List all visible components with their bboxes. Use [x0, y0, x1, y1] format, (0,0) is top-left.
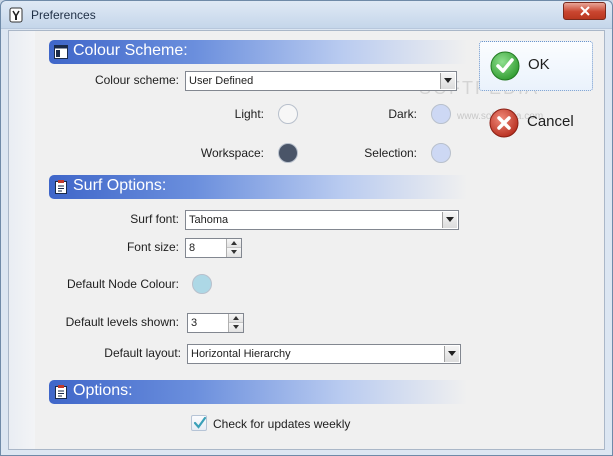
- section-title: Colour Scheme:: [73, 42, 188, 59]
- font-size-value: 8: [189, 242, 196, 254]
- close-button[interactable]: [563, 2, 606, 20]
- dark-color-swatch[interactable]: [431, 104, 451, 124]
- surf-font-select[interactable]: Tahoma: [185, 210, 459, 230]
- default-layout-label: Default layout:: [104, 346, 181, 360]
- light-color-swatch[interactable]: [278, 104, 298, 124]
- window-icon: [54, 45, 68, 59]
- preferences-window: Preferences SOFTPEDIA www.softpedia.com …: [0, 0, 613, 456]
- default-levels-label: Default levels shown:: [65, 315, 179, 329]
- cancel-x-icon: [489, 108, 519, 138]
- stepper-buttons: [226, 239, 241, 257]
- light-label: Light:: [234, 107, 264, 121]
- arrow-down-icon: [233, 325, 239, 329]
- cancel-button-label: Cancel: [527, 113, 574, 130]
- section-title: Surf Options:: [73, 177, 167, 194]
- clipboard-icon: [55, 180, 67, 194]
- stepper-buttons: [228, 314, 243, 332]
- title-bar: Preferences: [1, 1, 612, 29]
- colour-scheme-section-header: Colour Scheme:: [49, 40, 467, 64]
- dropdown-button[interactable]: [440, 73, 455, 89]
- ok-button[interactable]: OK: [479, 41, 593, 91]
- font-size-stepper[interactable]: 8: [185, 238, 242, 258]
- checkmark-icon: [193, 416, 207, 429]
- ok-check-icon: [490, 51, 520, 81]
- node-colour-swatch[interactable]: [192, 274, 212, 294]
- surf-options-section-header: Surf Options:: [49, 175, 467, 199]
- arrow-up-icon: [233, 316, 239, 320]
- increment-button[interactable]: [229, 314, 243, 323]
- default-levels-stepper[interactable]: 3: [187, 313, 244, 333]
- arrow-up-icon: [231, 241, 237, 245]
- left-rail: [9, 31, 35, 449]
- arrow-down-icon: [231, 250, 237, 254]
- dark-label: Dark:: [388, 107, 417, 121]
- app-icon: [9, 7, 23, 23]
- workspace-color-swatch[interactable]: [278, 143, 298, 163]
- decrement-button[interactable]: [227, 248, 241, 257]
- colour-scheme-value: User Defined: [189, 75, 254, 87]
- chevron-down-icon: [448, 351, 456, 356]
- surf-font-label: Surf font:: [130, 212, 179, 226]
- chevron-down-icon: [446, 217, 454, 222]
- dropdown-button[interactable]: [442, 212, 457, 228]
- decrement-button[interactable]: [229, 323, 243, 332]
- updates-checkbox[interactable]: [191, 415, 207, 431]
- window-title: Preferences: [31, 8, 96, 22]
- close-icon: [580, 6, 590, 16]
- clipboard-icon: [55, 385, 67, 399]
- selection-color-swatch[interactable]: [431, 143, 451, 163]
- colour-scheme-select[interactable]: User Defined: [185, 71, 457, 91]
- colour-scheme-label: Colour scheme:: [94, 73, 179, 87]
- updates-checkbox-label: Check for updates weekly: [213, 417, 351, 431]
- chevron-down-icon: [444, 78, 452, 83]
- dialog-client-area: SOFTPEDIA www.softpedia.com Colour Schem…: [8, 30, 605, 450]
- options-section-header: Options:: [49, 380, 467, 404]
- workspace-label: Workspace:: [200, 146, 264, 160]
- default-layout-select[interactable]: Horizontal Hierarchy: [187, 344, 461, 364]
- default-node-colour-label: Default Node Colour:: [66, 277, 179, 291]
- dropdown-button[interactable]: [444, 346, 459, 362]
- increment-button[interactable]: [227, 239, 241, 248]
- surf-font-value: Tahoma: [189, 214, 229, 226]
- ok-button-label: OK: [528, 56, 550, 73]
- section-title: Options:: [73, 382, 133, 399]
- default-layout-value: Horizontal Hierarchy: [191, 348, 291, 360]
- default-levels-value: 3: [191, 317, 198, 329]
- cancel-button[interactable]: Cancel: [479, 99, 593, 149]
- selection-label: Selection:: [364, 146, 417, 160]
- font-size-label: Font size:: [126, 240, 179, 254]
